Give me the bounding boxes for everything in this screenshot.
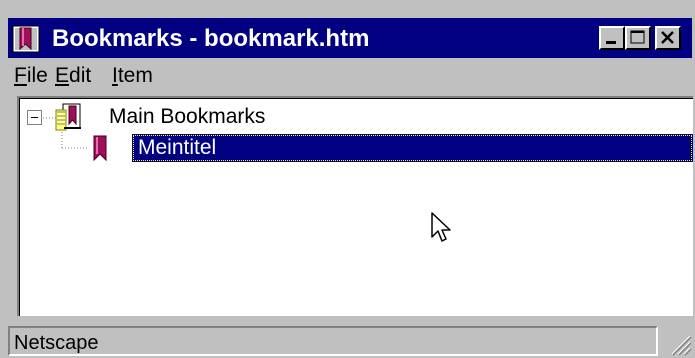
menu-file-label: ile (26, 64, 48, 87)
bookmark-icon[interactable] (91, 134, 109, 162)
minimize-icon (606, 41, 616, 44)
tree-item-label: Meintitel (138, 136, 217, 159)
menu-edit[interactable]: Edit (55, 64, 91, 88)
close-icon (661, 31, 674, 44)
status-bar: Netscape (8, 326, 692, 356)
menu-edit-mnemonic: E (55, 64, 70, 87)
bookmark-folder-icon[interactable] (53, 102, 85, 132)
status-panel: Netscape (8, 326, 658, 356)
menu-item[interactable]: Item (112, 64, 153, 88)
menu-edit-label: dit (69, 64, 92, 87)
bookmark-book-icon[interactable] (11, 24, 42, 54)
title-bar[interactable]: Bookmarks - bookmark.htm (8, 18, 692, 58)
bookmark-tree[interactable]: Main Bookmarks Meintitel (17, 96, 693, 316)
menu-item-label: tem (117, 64, 153, 87)
menu-bar: File Edit Item (8, 60, 692, 92)
mouse-cursor-icon (431, 212, 451, 242)
collapse-toggle[interactable] (27, 110, 42, 125)
tree-root-label[interactable]: Main Bookmarks (109, 105, 265, 129)
menu-file-mnemonic: F (14, 64, 27, 87)
bookmarks-window: Bookmarks - bookmark.htm File Edit Item (0, 0, 695, 358)
maximize-icon (630, 30, 645, 44)
window-title: Bookmarks - bookmark.htm (52, 25, 370, 52)
minimize-button[interactable] (599, 26, 625, 50)
close-button[interactable] (655, 26, 681, 50)
menu-file[interactable]: File (14, 64, 48, 88)
status-text: Netscape (14, 332, 99, 354)
resize-grip-icon[interactable] (660, 326, 692, 356)
maximize-button[interactable] (625, 26, 651, 50)
tree-item-selected[interactable]: Meintitel (132, 134, 693, 162)
